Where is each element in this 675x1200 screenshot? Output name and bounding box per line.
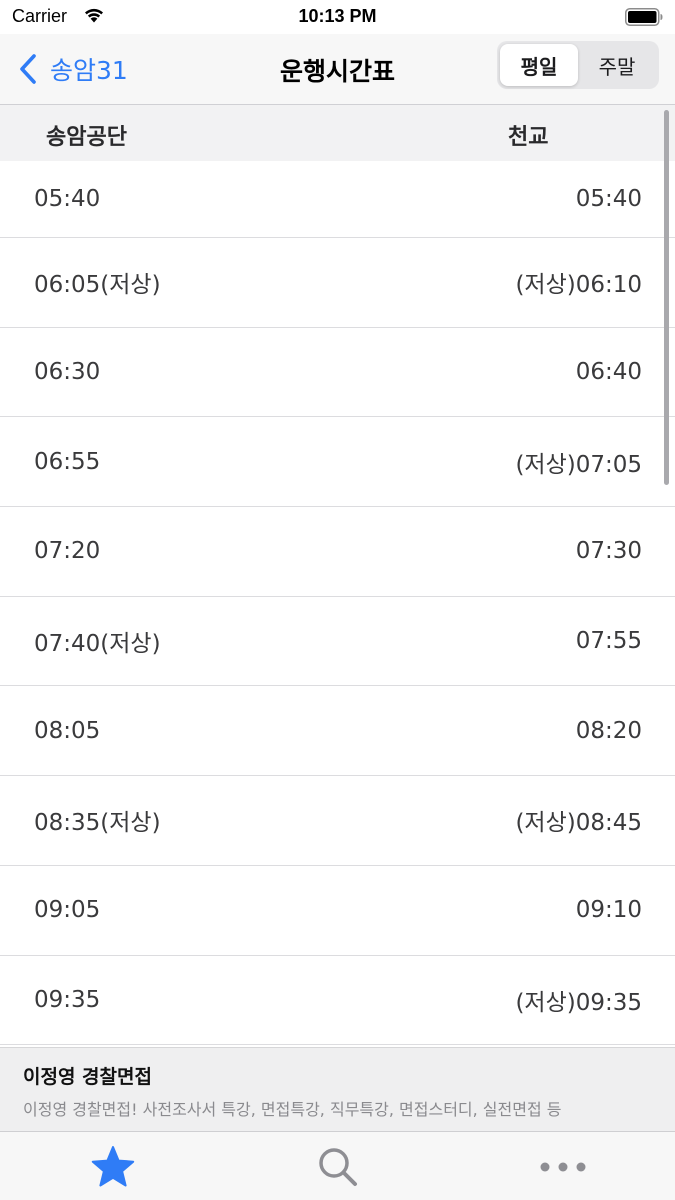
tab-bar [0,1131,675,1200]
timetable-row: 09:35 (저상)09:35 [0,956,675,1046]
departure-time-origin: 06:30 [34,359,101,386]
departure-time-destination: 05:40 [575,186,642,212]
timetable-row: 08:05 08:20 [0,686,675,777]
ad-description: 이정영 경찰면접! 사전조사서 특강, 면접특강, 직무특강, 면접스터디, 실… [23,1100,562,1119]
departure-time-destination: 09:10 [575,897,642,924]
departure-time-destination: 07:55 [575,628,642,655]
timetable-row: 09:05 09:10 [0,866,675,956]
timetable-row: 06:05(저상) (저상)06:10 [0,238,675,328]
ad-banner[interactable]: 이정영 경찰면접 이정영 경찰면접! 사전조사서 특강, 면접특강, 직무특강,… [0,1047,675,1132]
departure-time-origin: 08:35(저상) [34,810,161,837]
departure-time-origin: 09:05 [34,897,101,924]
timetable-row: 05:40 05:40 [0,161,675,238]
departure-time-origin: 06:05(저상) [34,272,161,299]
screen: Carrier 10:13 PM 송암31 운행시간표 평일 주말 송암공단 천… [0,0,675,1200]
departure-time-origin: 05:40 [34,186,101,212]
departure-time-destination: 08:20 [575,717,642,744]
departure-time-origin: 07:20 [34,538,101,565]
scroll-indicator[interactable] [664,110,669,485]
tab-search[interactable] [225,1132,450,1200]
departure-time-destination: (저상)09:35 [515,989,642,1016]
navigation-bar: 송암31 운행시간표 평일 주말 [0,34,675,105]
segment-weekend[interactable]: 주말 [578,44,656,86]
star-icon [91,1145,134,1186]
status-bar: Carrier 10:13 PM [0,0,675,34]
tab-more[interactable] [450,1132,675,1200]
tab-favorites[interactable] [0,1132,225,1200]
column-header-destination: 천교 [508,125,549,150]
status-time: 10:13 PM [298,6,377,26]
departure-time-destination: (저상)06:10 [515,272,642,299]
departure-time-origin: 09:35 [34,986,101,1013]
timetable-header: 송암공단 천교 [0,105,675,161]
search-icon [318,1147,357,1186]
timetable-row: 07:20 07:30 [0,507,675,597]
departure-time-destination: (저상)07:05 [515,451,642,478]
departure-time-origin: 07:40(저상) [34,631,161,658]
timetable-row: 08:35(저상) (저상)08:45 [0,776,675,866]
timetable-row: 06:55 (저상)07:05 [0,417,675,508]
departure-time-destination: 07:30 [575,538,642,565]
departure-time-origin: 06:55 [34,448,101,475]
departure-time-origin: 08:05 [34,717,101,744]
segment-weekday[interactable]: 평일 [500,44,578,86]
departure-time-destination: (저상)08:45 [515,810,642,837]
more-icon [540,1162,585,1171]
timetable-row: 07:40(저상) 07:55 [0,597,675,687]
departure-time-destination: 06:40 [575,359,642,386]
timetable-list[interactable]: 05:40 05:40 06:05(저상) (저상)06:10 06:30 06… [0,161,675,1047]
battery-icon [625,8,663,26]
day-type-segmented-control: 평일 주말 [497,41,659,89]
ad-title: 이정영 경찰면접 [23,1066,152,1088]
column-header-origin: 송암공단 [46,125,127,150]
timetable-row: 06:30 06:40 [0,328,675,418]
